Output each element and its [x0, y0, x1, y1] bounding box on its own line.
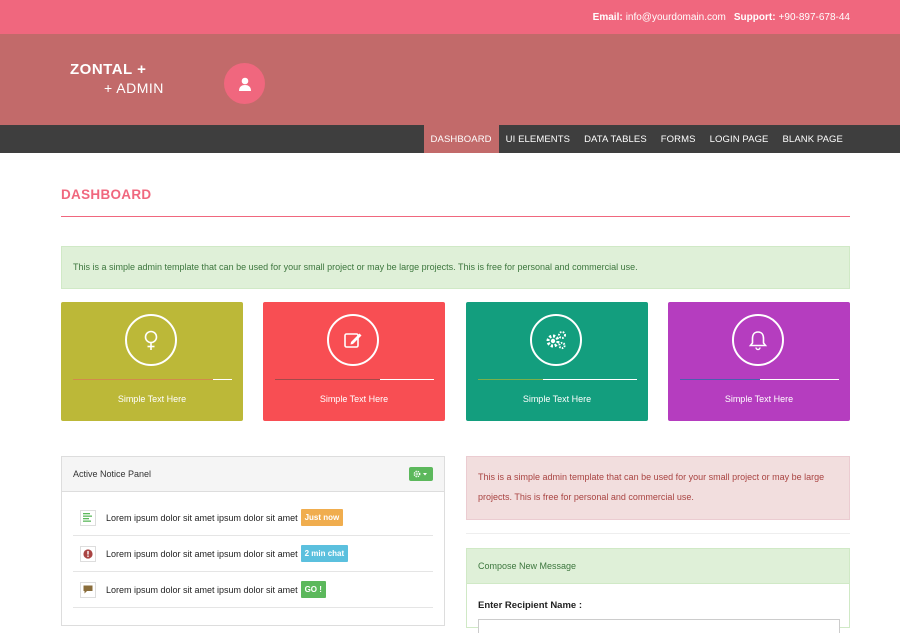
support-label: Support:: [733, 11, 776, 23]
notice-panel-header: Active Notice Panel: [62, 457, 444, 492]
title-divider: [61, 216, 850, 217]
tile-progress-rest: [543, 379, 637, 380]
notice-item[interactable]: Lorem ipsum dolor sit amet ipsum dolor s…: [73, 536, 433, 572]
info-icon: [80, 545, 96, 562]
gear-icon: [413, 470, 427, 478]
nav-item-dashboard[interactable]: DASHBOARD: [423, 125, 499, 153]
recipient-label: Enter Recipient Name :: [478, 600, 582, 611]
notice-badge: GO !: [300, 581, 326, 598]
compose-panel: Compose New Message Enter Recipient Name…: [466, 548, 850, 633]
brand-header: ZONTAL + + ADMIN: [0, 34, 900, 125]
tile-progress: [73, 379, 232, 380]
notice-badge: 2 min chat: [300, 545, 349, 562]
compose-header: Compose New Message: [467, 549, 849, 584]
comment-icon: [80, 581, 96, 598]
success-alert: This is a simple admin template that can…: [61, 246, 850, 289]
page-title: DASHBOARD: [61, 187, 152, 202]
user-icon: [238, 77, 251, 91]
female-icon: [125, 314, 177, 366]
tile-progress: [275, 379, 434, 380]
panel-settings-button[interactable]: [409, 467, 433, 481]
notice-text: Lorem ipsum dolor sit amet ipsum dolor s…: [106, 512, 298, 523]
nav-item-forms[interactable]: FORMS: [654, 125, 703, 153]
section-divider: [466, 533, 850, 534]
tile-progress-fill: [275, 379, 380, 380]
tile-progress-fill: [73, 379, 213, 380]
notice-panel: Active Notice Panel Lorem ipsum dolor si…: [61, 456, 445, 626]
tile-progress-rest: [212, 379, 232, 380]
main-nav: DASHBOARD UI ELEMENTS DATA TABLES FORMS …: [0, 125, 900, 153]
tile-progress-rest: [379, 379, 434, 380]
notice-item[interactable]: Lorem ipsum dolor sit amet ipsum dolor s…: [73, 572, 433, 608]
notice-text: Lorem ipsum dolor sit amet ipsum dolor s…: [106, 584, 298, 595]
notice-text: Lorem ipsum dolor sit amet ipsum dolor s…: [106, 548, 298, 559]
tile-caption: Simple Text Here: [724, 394, 794, 404]
support-value: +90-897-678-44: [778, 11, 850, 23]
tile-progress-fill: [478, 379, 544, 380]
nav-label: DATA TABLES: [584, 133, 647, 145]
logo-line1: ZONTAL +: [70, 61, 147, 78]
notice-badge: Just now: [300, 509, 344, 526]
nav-item-ui-elements[interactable]: UI ELEMENTS: [499, 125, 577, 153]
email-value[interactable]: info@yourdomain.com: [626, 12, 726, 23]
tile-caption: Simple Text Here: [319, 394, 389, 404]
tile-caption: Simple Text Here: [522, 394, 592, 404]
notice-item[interactable]: Lorem ipsum dolor sit amet ipsum dolor s…: [73, 500, 433, 536]
gears-icon: [530, 314, 582, 366]
bell-icon: [732, 314, 784, 366]
nav-label: LOGIN PAGE: [709, 133, 769, 145]
list-icon: [80, 509, 96, 526]
edit-icon: [327, 314, 379, 366]
stat-tile-2[interactable]: Simple Text Here: [263, 302, 445, 421]
user-avatar[interactable]: [224, 63, 265, 104]
notice-panel-title: Active Notice Panel: [73, 469, 152, 479]
tile-progress-fill: [680, 379, 760, 380]
tile-progress: [680, 379, 839, 380]
tile-progress-rest: [759, 379, 839, 380]
stat-tile-4[interactable]: Simple Text Here: [668, 302, 850, 421]
stat-tile-1[interactable]: Simple Text Here: [61, 302, 243, 421]
danger-alert: This is a simple admin template that can…: [466, 456, 850, 520]
logo-line2: + ADMIN: [104, 80, 164, 96]
logo[interactable]: ZONTAL + + ADMIN: [70, 61, 164, 97]
recipient-input[interactable]: [478, 619, 840, 633]
email-label: Email:: [592, 11, 623, 23]
nav-label: BLANK PAGE: [782, 133, 843, 145]
nav-label: DASHBOARD: [430, 133, 492, 145]
nav-item-data-tables[interactable]: DATA TABLES: [577, 125, 654, 153]
tile-caption: Simple Text Here: [117, 394, 187, 404]
stat-tile-3[interactable]: Simple Text Here: [466, 302, 648, 421]
nav-item-login-page[interactable]: LOGIN PAGE: [703, 125, 776, 153]
nav-label: FORMS: [660, 133, 696, 145]
nav-item-blank-page[interactable]: BLANK PAGE: [776, 125, 851, 153]
contact-topbar: Email: info@yourdomain.com Support: +90-…: [0, 0, 900, 34]
tile-progress: [478, 379, 637, 380]
nav-label: UI ELEMENTS: [505, 133, 571, 145]
